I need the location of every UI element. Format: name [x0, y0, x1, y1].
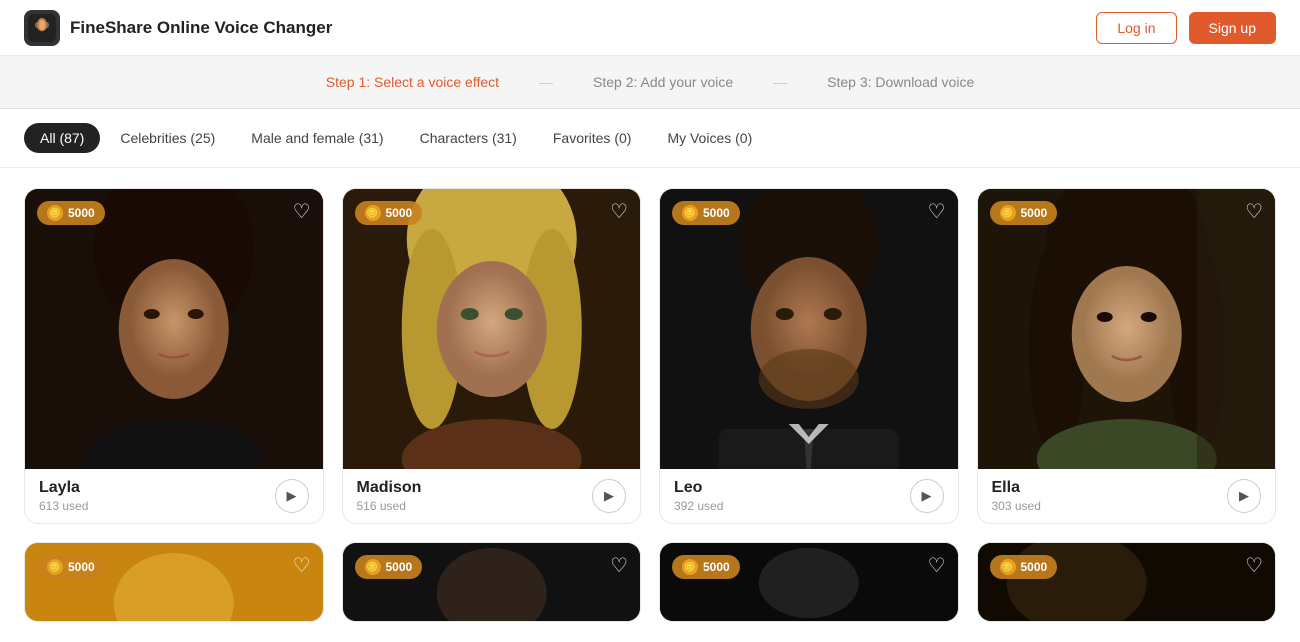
card-info-madison: Madison 516 used ▶ — [343, 469, 641, 523]
card-info-ella: Ella 303 used ▶ — [978, 469, 1276, 523]
coin-icon-row2c: 🪙 — [682, 559, 698, 575]
card-name-ella: Ella — [992, 479, 1041, 497]
coin-icon-row2d: 🪙 — [1000, 559, 1016, 575]
filter-tab-my-voices[interactable]: My Voices (0) — [651, 123, 768, 153]
step-divider-1: — — [539, 74, 553, 90]
card-image-madison: 🪙 5000 ♡ — [343, 189, 641, 469]
coin-icon-row2b: 🪙 — [365, 559, 381, 575]
card-text-madison: Madison 516 used — [357, 479, 422, 513]
card-info-layla: Layla 613 used ▶ — [25, 469, 323, 523]
card-row2-c[interactable]: 🪙 5000 ♡ — [659, 542, 959, 622]
card-text-layla: Layla 613 used — [39, 479, 88, 513]
card-image-layla: 🪙 5000 ♡ — [25, 189, 323, 469]
card-image-row2d: 🪙 5000 ♡ — [978, 543, 1276, 622]
card-text-ella: Ella 303 used — [992, 479, 1041, 513]
card-name-layla: Layla — [39, 479, 88, 497]
card-madison[interactable]: 🪙 5000 ♡ Madison 516 used ▶ — [342, 188, 642, 524]
play-button-leo[interactable]: ▶ — [910, 479, 944, 513]
filter-bar: All (87) Celebrities (25) Male and femal… — [0, 109, 1300, 168]
card-row2-b[interactable]: 🪙 5000 ♡ — [342, 542, 642, 622]
card-image-leo: 🪙 5000 ♡ — [660, 189, 958, 469]
filter-tab-favorites[interactable]: Favorites (0) — [537, 123, 648, 153]
coin-icon-leo: 🪙 — [682, 205, 698, 221]
card-name-madison: Madison — [357, 479, 422, 497]
card-used-layla: 613 used — [39, 499, 88, 513]
filter-tab-male-female[interactable]: Male and female (31) — [235, 123, 399, 153]
cards-grid-row1: 🪙 5000 ♡ Layla 613 used ▶ — [24, 188, 1276, 524]
card-badge-row2b: 🪙 5000 — [355, 555, 423, 579]
play-button-ella[interactable]: ▶ — [1227, 479, 1261, 513]
step-2[interactable]: Step 2: Add your voice — [593, 74, 733, 90]
card-row2-d[interactable]: 🪙 5000 ♡ — [977, 542, 1277, 622]
card-badge-ella: 🪙 5000 — [990, 201, 1058, 225]
app-title: FineShare Online Voice Changer — [70, 18, 332, 38]
logo-icon — [24, 10, 60, 46]
login-button[interactable]: Log in — [1096, 12, 1176, 44]
step-1[interactable]: Step 1: Select a voice effect — [326, 74, 499, 90]
favorite-button-ella[interactable]: ♡ — [1245, 199, 1263, 224]
filter-tab-all[interactable]: All (87) — [24, 123, 100, 153]
favorite-button-leo[interactable]: ♡ — [928, 199, 946, 224]
card-badge-row2a: 🪙 5000 — [37, 555, 105, 579]
logo-area: FineShare Online Voice Changer — [24, 10, 332, 46]
card-info-leo: Leo 392 used ▶ — [660, 469, 958, 523]
header-actions: Log in Sign up — [1096, 12, 1276, 44]
coin-icon-layla: 🪙 — [47, 205, 63, 221]
coin-icon-row2a: 🪙 — [47, 559, 63, 575]
card-image-row2c: 🪙 5000 ♡ — [660, 543, 958, 622]
cards-container: 🪙 5000 ♡ Layla 613 used ▶ — [0, 168, 1300, 642]
card-ella[interactable]: 🪙 5000 ♡ Ella 303 used ▶ — [977, 188, 1277, 524]
card-image-row2a: 🪙 5000 ♡ — [25, 543, 323, 622]
favorite-button-row2d[interactable]: ♡ — [1245, 553, 1263, 578]
card-badge-row2c: 🪙 5000 — [672, 555, 740, 579]
play-button-madison[interactable]: ▶ — [592, 479, 626, 513]
filter-tab-celebrities[interactable]: Celebrities (25) — [104, 123, 231, 153]
header: FineShare Online Voice Changer Log in Si… — [0, 0, 1300, 56]
card-badge-madison: 🪙 5000 — [355, 201, 423, 225]
card-row2-a[interactable]: 🪙 5000 ♡ — [24, 542, 324, 622]
step-3[interactable]: Step 3: Download voice — [827, 74, 974, 90]
filter-tab-characters[interactable]: Characters (31) — [404, 123, 533, 153]
card-used-madison: 516 used — [357, 499, 422, 513]
card-name-leo: Leo — [674, 479, 723, 497]
cards-grid-row2: 🪙 5000 ♡ 🪙 5000 ♡ — [24, 542, 1276, 622]
signup-button[interactable]: Sign up — [1189, 12, 1276, 44]
card-badge-leo: 🪙 5000 — [672, 201, 740, 225]
steps-bar: Step 1: Select a voice effect — Step 2: … — [0, 56, 1300, 109]
favorite-button-layla[interactable]: ♡ — [293, 199, 311, 224]
favorite-button-madison[interactable]: ♡ — [610, 199, 628, 224]
card-text-leo: Leo 392 used — [674, 479, 723, 513]
card-used-leo: 392 used — [674, 499, 723, 513]
card-used-ella: 303 used — [992, 499, 1041, 513]
play-button-layla[interactable]: ▶ — [275, 479, 309, 513]
card-badge-layla: 🪙 5000 — [37, 201, 105, 225]
step-divider-2: — — [773, 74, 787, 90]
favorite-button-row2c[interactable]: ♡ — [928, 553, 946, 578]
coin-icon-ella: 🪙 — [1000, 205, 1016, 221]
card-image-row2b: 🪙 5000 ♡ — [343, 543, 641, 622]
card-leo[interactable]: 🪙 5000 ♡ Leo 392 used ▶ — [659, 188, 959, 524]
card-layla[interactable]: 🪙 5000 ♡ Layla 613 used ▶ — [24, 188, 324, 524]
card-image-ella: 🪙 5000 ♡ — [978, 189, 1276, 469]
favorite-button-row2a[interactable]: ♡ — [293, 553, 311, 578]
card-badge-row2d: 🪙 5000 — [990, 555, 1058, 579]
favorite-button-row2b[interactable]: ♡ — [610, 553, 628, 578]
coin-icon-madison: 🪙 — [365, 205, 381, 221]
